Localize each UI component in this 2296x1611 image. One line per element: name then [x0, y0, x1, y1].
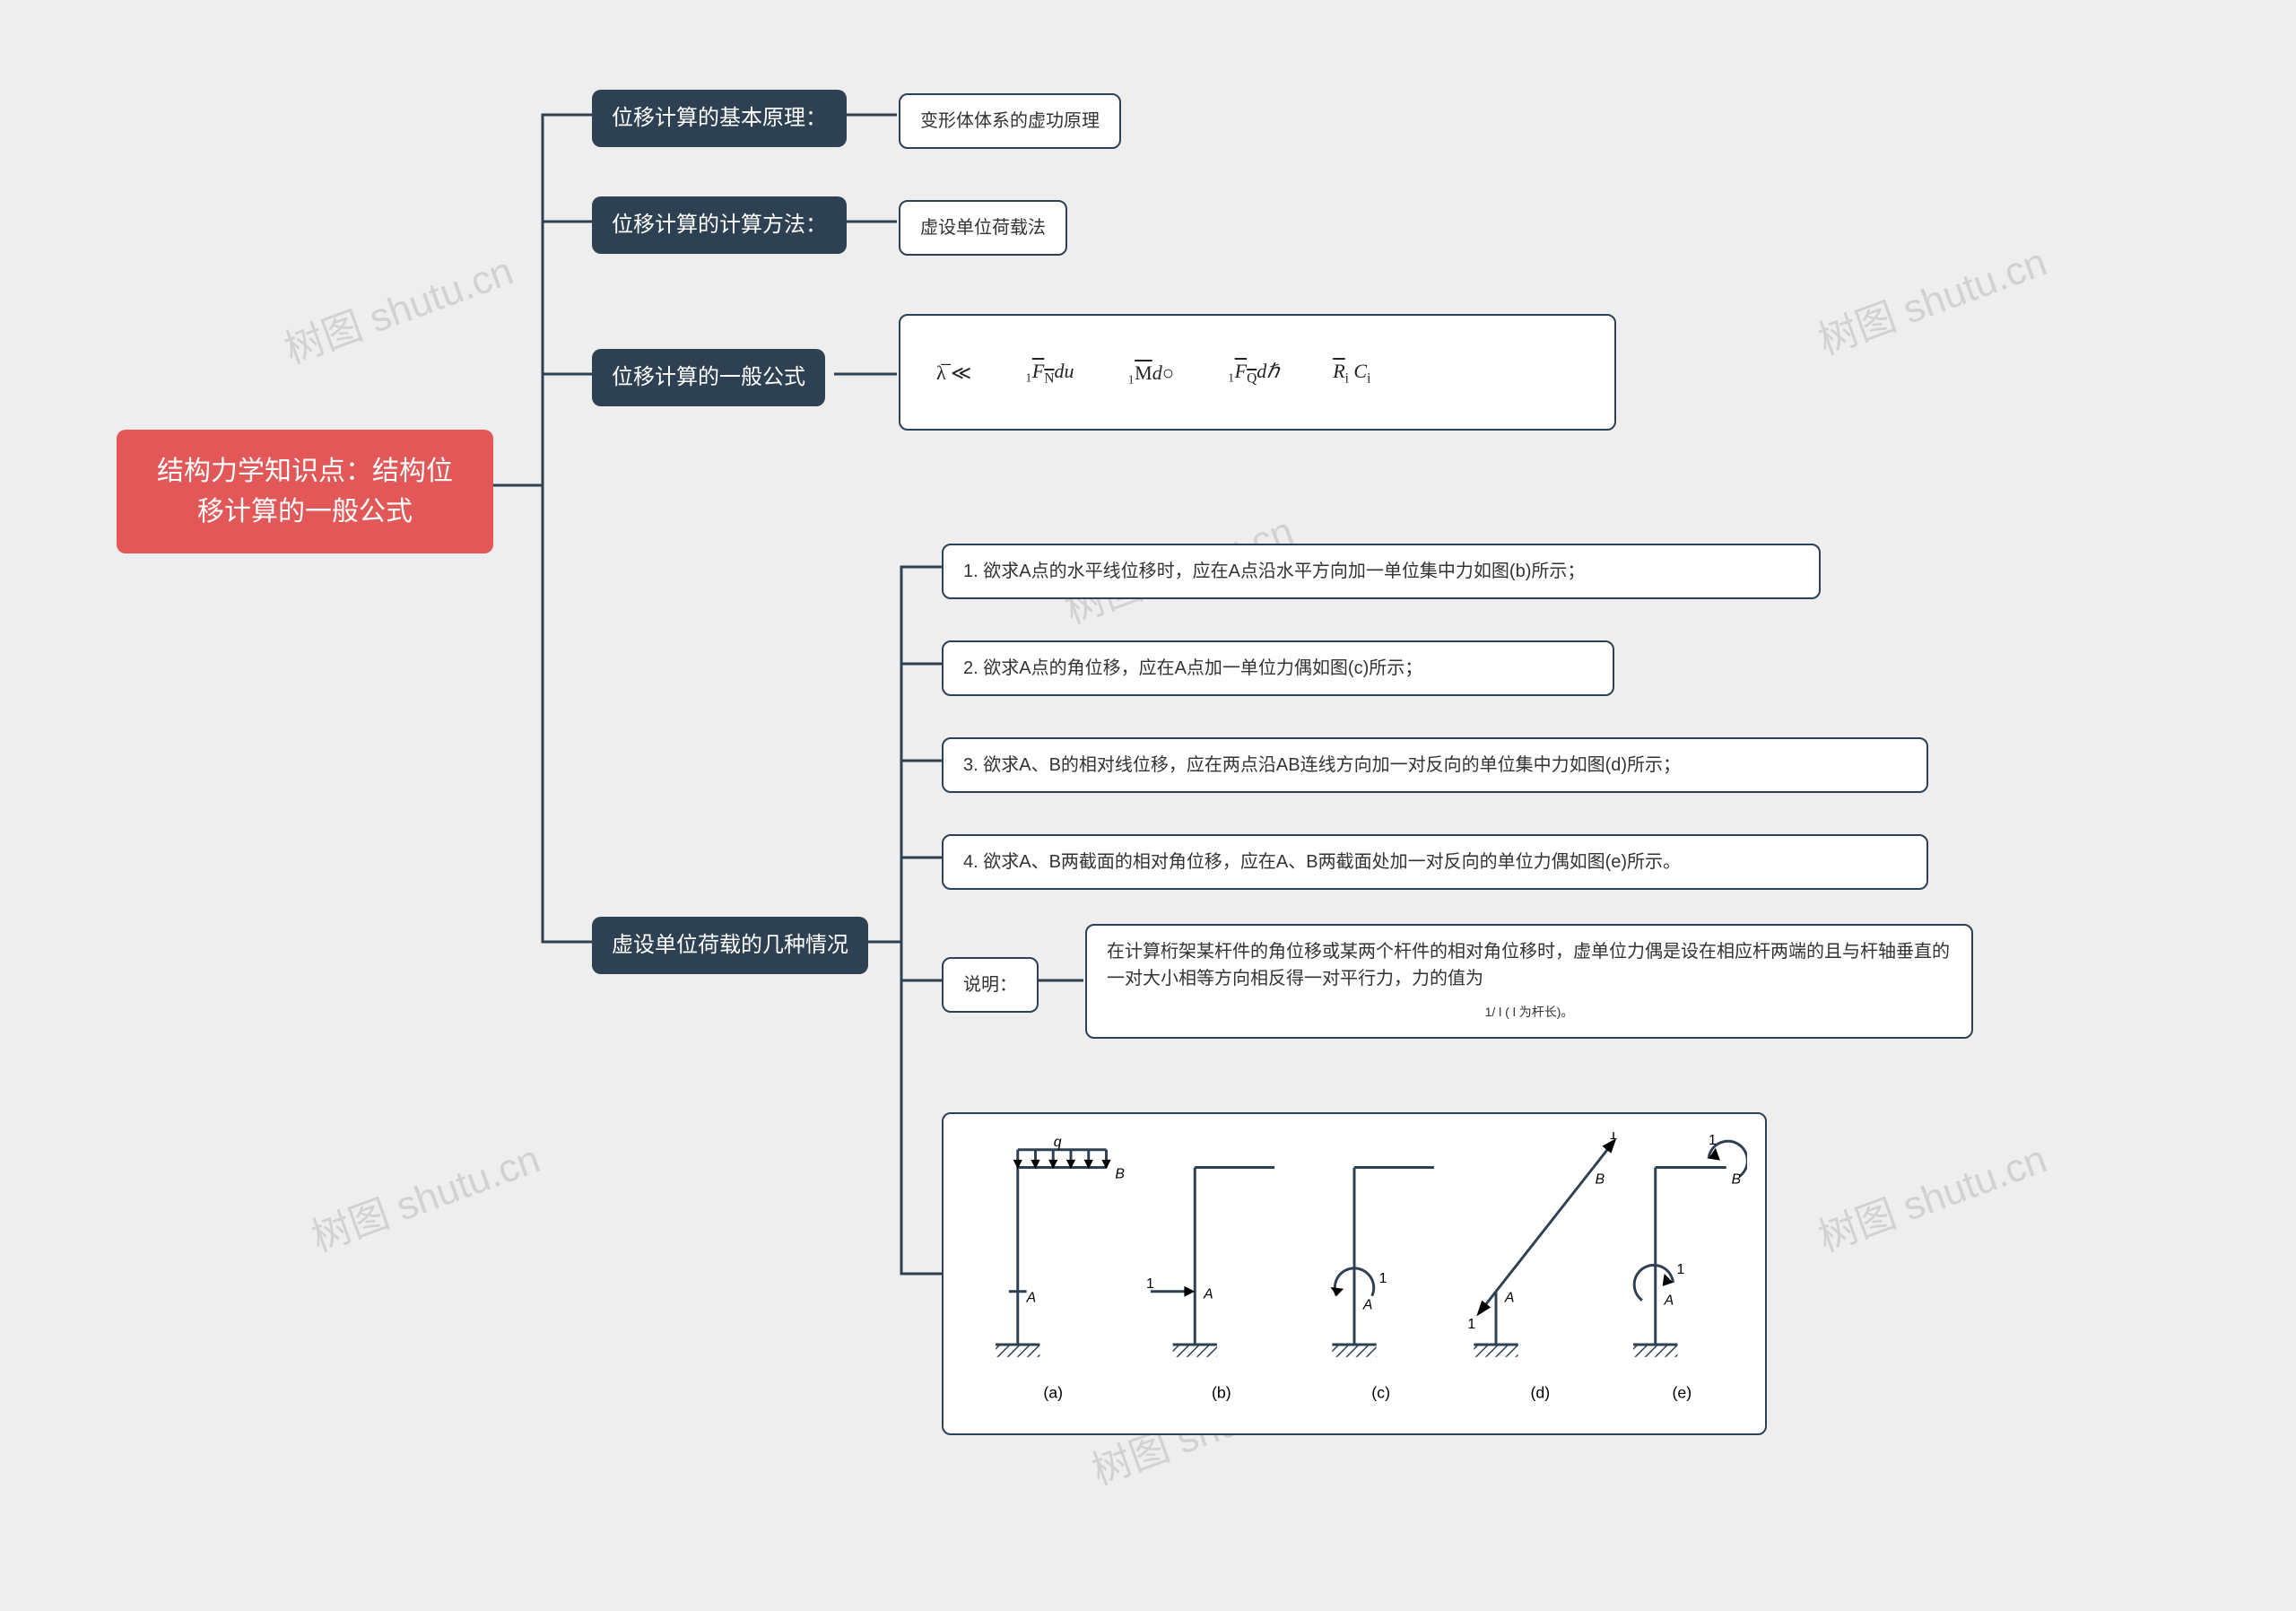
branch-method[interactable]: 位移计算的计算方法：: [592, 196, 847, 254]
formula-p5a: R: [1333, 360, 1344, 382]
formula-p2b-over: FN: [1032, 360, 1055, 382]
svg-text:B: B: [1115, 1166, 1125, 1181]
formula-p4d: dℏ: [1257, 360, 1279, 382]
formula-p5: Ri Ci: [1333, 356, 1370, 389]
formula-p3c: d○: [1152, 361, 1174, 384]
note-text[interactable]: 在计算桁架某杆件的角位移或某两个杆件的相对角位移时，虚单位力偶是设在相应杆两端的…: [1085, 924, 1973, 1039]
svg-text:(d): (d): [1531, 1383, 1551, 1401]
branch-cases[interactable]: 虚设单位荷载的几种情况: [592, 917, 868, 974]
svg-text:(c): (c): [1371, 1383, 1390, 1401]
leaf-virtual-work[interactable]: 变形体体系的虚功原理: [899, 93, 1121, 149]
diagram-c: 1 A (c): [1330, 1168, 1434, 1402]
mechanics-diagrams: q B A (a) 1 A (b) 1: [961, 1132, 1747, 1415]
diagram-b: 1 A (b): [1146, 1168, 1274, 1402]
svg-text:(e): (e): [1673, 1383, 1692, 1401]
svg-text:1: 1: [1609, 1132, 1617, 1143]
formula-p2d: du: [1054, 360, 1074, 382]
formula-p3a: ₁: [1127, 361, 1135, 384]
svg-text:A: A: [1026, 1291, 1037, 1306]
case-2[interactable]: 2. 欲求A点的角位移，应在A点加一单位力偶如图(c)所示；: [942, 640, 1614, 696]
formula-p3: ₁Md○: [1127, 358, 1174, 388]
case-1[interactable]: 1. 欲求A点的水平线位移时，应在A点沿水平方向加一单位集中力如图(b)所示；: [942, 544, 1821, 599]
watermark: 树图 shutu.cn: [1809, 230, 2053, 365]
formula-p5a-over: R: [1333, 360, 1344, 382]
root-node[interactable]: 结构力学知识点：结构位 移计算的一般公式: [117, 430, 493, 553]
leaf-unit-load[interactable]: 虚设单位荷载法: [899, 200, 1067, 256]
formula-p4: ₁FQdℏ: [1228, 356, 1279, 389]
note-branch[interactable]: 说明：: [942, 957, 1039, 1013]
svg-text:A: A: [1664, 1293, 1674, 1309]
formula-p4a: ₁: [1228, 360, 1235, 382]
root-line1: 结构力学知识点：结构位: [135, 451, 475, 492]
svg-text:1: 1: [1709, 1133, 1717, 1148]
formula-p5e: i: [1367, 370, 1370, 386]
formula-p5d: C: [1349, 360, 1367, 382]
root-line2: 移计算的一般公式: [135, 492, 475, 532]
svg-text:1: 1: [1676, 1262, 1684, 1277]
formula-p3b: M: [1135, 361, 1152, 384]
svg-text:A: A: [1504, 1291, 1515, 1306]
formula-node[interactable]: λ̅ ≪ ₁FNdu ₁Md○ ₁FQdℏ Ri Ci: [899, 314, 1616, 431]
case-4[interactable]: 4. 欲求A、B两截面的相对角位移，应在A、B两截面处加一对反向的单位力偶如图(…: [942, 834, 1928, 890]
svg-text:(a): (a): [1043, 1383, 1063, 1401]
diagram-node[interactable]: q B A (a) 1 A (b) 1: [942, 1112, 1767, 1435]
formula-p2a: ₁: [1025, 360, 1032, 382]
svg-text:A: A: [1203, 1287, 1213, 1302]
svg-text:B: B: [1596, 1171, 1605, 1187]
diagram-e: 1 B 1 A (e): [1633, 1133, 1747, 1401]
svg-text:(b): (b): [1212, 1383, 1231, 1401]
svg-text:1: 1: [1379, 1271, 1387, 1286]
case-3[interactable]: 3. 欲求A、B的相对线位移，应在两点沿AB连线方向加一对反向的单位集中力如图(…: [942, 737, 1928, 793]
diagram-a: q B A (a): [996, 1135, 1125, 1401]
watermark: 树图 shutu.cn: [275, 239, 519, 374]
watermark: 树图 shutu.cn: [302, 1127, 546, 1262]
svg-text:A: A: [1362, 1298, 1373, 1313]
svg-text:1: 1: [1146, 1276, 1154, 1292]
svg-text:1: 1: [1467, 1317, 1475, 1332]
svg-text:q: q: [1054, 1135, 1062, 1150]
watermark: 树图 shutu.cn: [1809, 1127, 2053, 1262]
formula-p4b-over: FQ: [1235, 360, 1257, 382]
formula-p2b: F: [1032, 360, 1044, 382]
formula-p2c: N: [1044, 370, 1054, 386]
note-text-body: 在计算桁架某杆件的角位移或某两个杆件的相对角位移时，虚单位力偶是设在相应杆两端的…: [1107, 942, 1950, 988]
note-formula: 1/ l ( l 为杆长)。: [1485, 1005, 1574, 1019]
formula-p1: λ̅ ≪: [936, 358, 971, 388]
branch-formula[interactable]: 位移计算的一般公式: [592, 349, 825, 406]
diagram-d: 1 1 B A (d): [1467, 1132, 1617, 1401]
formula-p2: ₁FNdu: [1025, 356, 1074, 389]
formula-p4c: Q: [1247, 370, 1257, 386]
svg-text:B: B: [1732, 1171, 1742, 1187]
formula-p4b: F: [1235, 360, 1247, 382]
branch-principle[interactable]: 位移计算的基本原理：: [592, 90, 847, 147]
